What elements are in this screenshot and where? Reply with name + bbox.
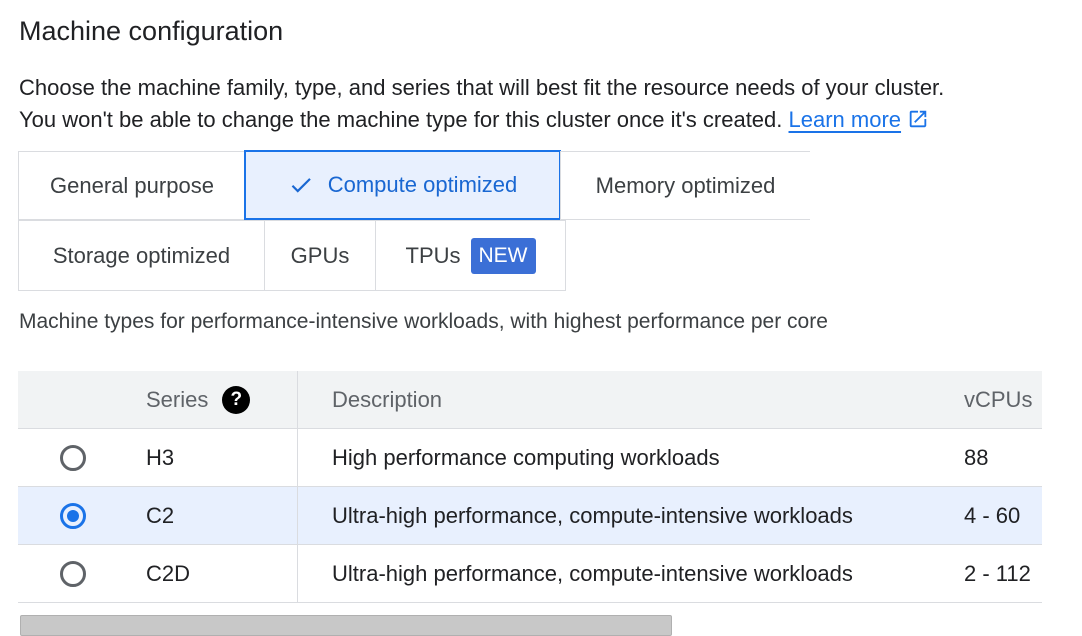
horizontal-scrollbar[interactable] (20, 615, 672, 636)
series-description: High performance computing workloads (332, 444, 720, 470)
table-header: Series ? Description vCPUs (18, 371, 1042, 429)
column-divider (297, 371, 298, 602)
page-title: Machine configuration (19, 16, 284, 46)
tab-memory-optimized[interactable]: Memory optimized (560, 151, 810, 220)
series-header-label: Series (146, 386, 209, 412)
tab-gpus[interactable]: GPUs (264, 220, 376, 291)
vcpus-header: vCPUs (964, 386, 1033, 412)
series-description: Ultra-high performance, compute-intensiv… (332, 502, 853, 528)
tab-label: Compute optimized (327, 172, 518, 197)
check-icon (288, 172, 314, 198)
radio-c2[interactable] (60, 502, 86, 529)
description-header: Description (332, 386, 443, 412)
learn-more-label: Learn more (788, 107, 902, 132)
tab-tpus[interactable]: TPUs NEW (375, 220, 566, 291)
page-description: Choose the machine family, type, and ser… (19, 72, 1079, 139)
series-vcpus: 88 (964, 444, 989, 470)
description-line-2: You won't be able to change the machine … (19, 104, 1079, 139)
tab-label: GPUs (290, 242, 350, 268)
series-name: C2 (146, 502, 175, 528)
table-row-h3[interactable]: H3 High performance computing workloads … (18, 429, 1042, 487)
series-name: H3 (146, 444, 175, 470)
learn-more-link[interactable]: Learn more (789, 107, 902, 132)
description-line-2-text: You won't be able to change the machine … (19, 107, 783, 132)
tab-general-purpose[interactable]: General purpose (18, 151, 246, 220)
tab-label: Storage optimized (52, 242, 231, 268)
description-line-1: Choose the machine family, type, and ser… (19, 75, 945, 100)
tab-compute-optimized[interactable]: Compute optimized (244, 150, 561, 220)
radio-h3[interactable] (60, 444, 86, 471)
tab-label: General purpose (50, 172, 214, 198)
family-subtitle: Machine types for performance-intensive … (19, 310, 828, 333)
table-row-c2[interactable]: C2 Ultra-high performance, compute-inten… (18, 487, 1042, 545)
radio-c2d[interactable] (60, 560, 86, 587)
new-badge: NEW (470, 237, 536, 274)
table-row-c2d[interactable]: C2D Ultra-high performance, compute-inte… (18, 545, 1042, 603)
series-vcpus: 4 - 60 (964, 502, 1021, 528)
open-in-new-icon[interactable] (907, 107, 929, 139)
tab-label: Memory optimized (595, 172, 776, 198)
tab-label: TPUs (405, 242, 461, 268)
series-description: Ultra-high performance, compute-intensiv… (332, 560, 853, 586)
series-header: Series ? (146, 371, 251, 428)
help-icon[interactable]: ? (222, 385, 251, 414)
series-vcpus: 2 - 112 (964, 560, 1031, 586)
series-name: C2D (146, 560, 191, 586)
tab-storage-optimized[interactable]: Storage optimized (18, 220, 265, 291)
